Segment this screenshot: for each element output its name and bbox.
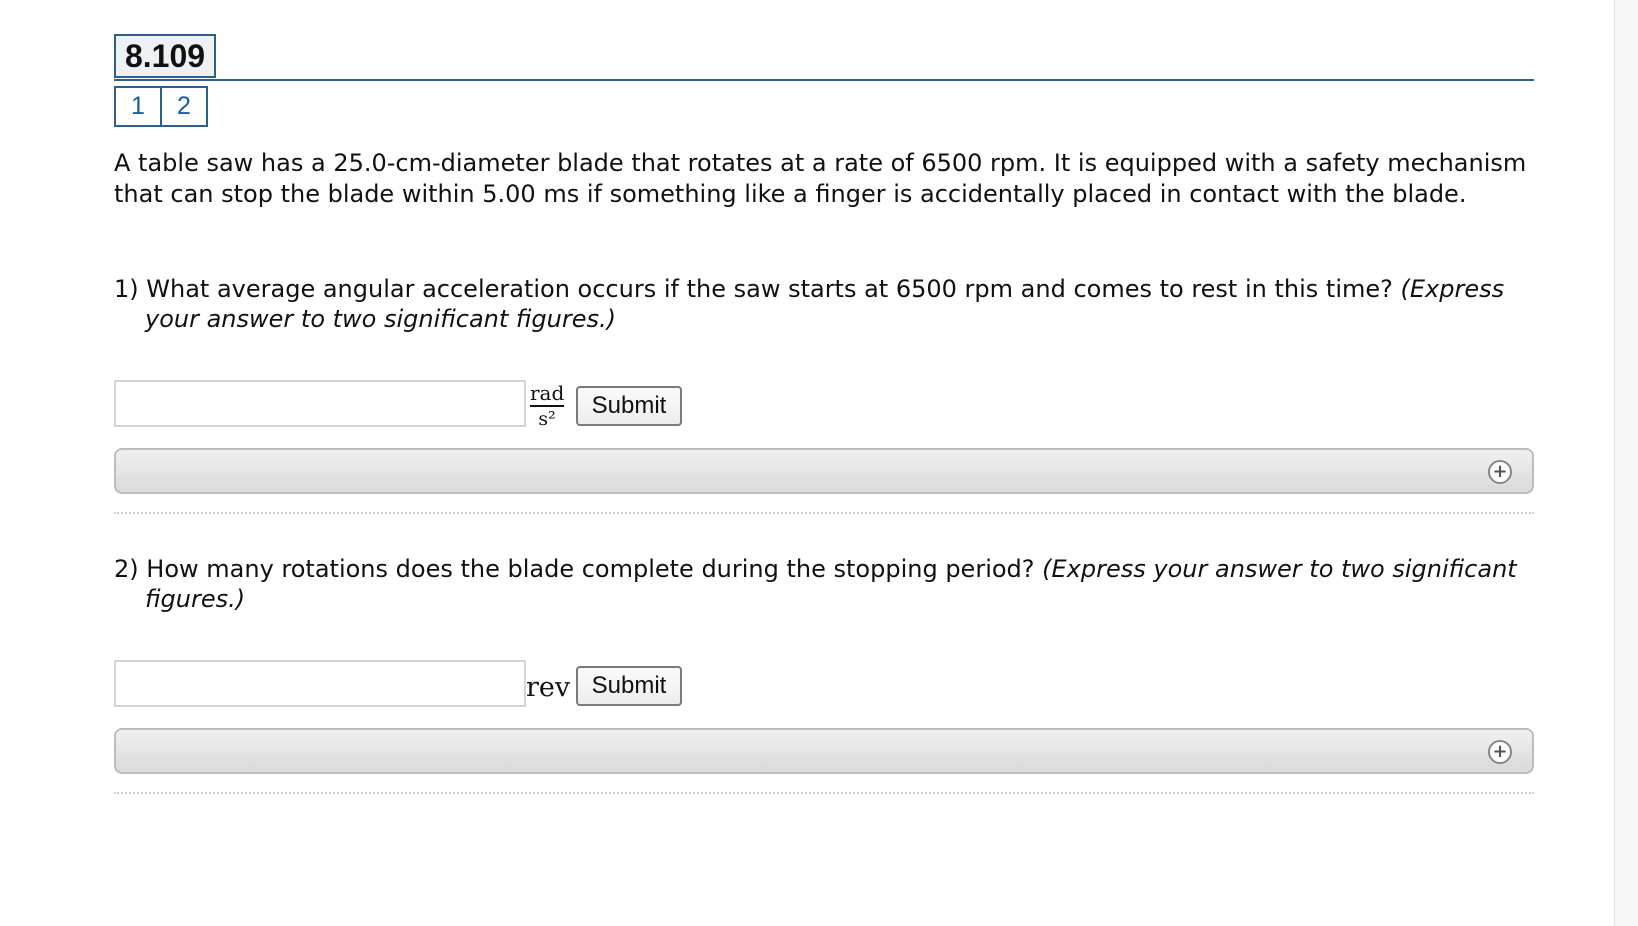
submit-button-2[interactable]: Submit bbox=[576, 666, 682, 706]
scrollbar-track[interactable] bbox=[1614, 0, 1638, 926]
part-tabs: 1 2 bbox=[114, 86, 208, 127]
section-divider bbox=[114, 792, 1534, 794]
feedback-bar-2[interactable]: + bbox=[114, 728, 1534, 774]
unit-numerator: rad bbox=[530, 381, 565, 407]
question-number: 1) bbox=[114, 275, 139, 303]
plus-circle-icon[interactable]: + bbox=[1488, 740, 1512, 764]
page: 8.109 1 2 A table saw has a 25.0-cm-diam… bbox=[0, 0, 1638, 926]
unit-denominator: s² bbox=[538, 408, 556, 430]
plus-circle-icon[interactable]: + bbox=[1488, 460, 1512, 484]
tab-part-1[interactable]: 1 bbox=[114, 86, 162, 127]
answer-input-2[interactable] bbox=[114, 660, 526, 707]
question-1: 1) What average angular acceleration occ… bbox=[114, 274, 1534, 334]
unit-fraction: rad s² bbox=[530, 382, 564, 430]
section-divider bbox=[114, 512, 1534, 514]
question-2: 2) How many rotations does the blade com… bbox=[114, 554, 1534, 614]
unit-label: rev bbox=[526, 672, 571, 703]
title-divider bbox=[114, 79, 1534, 81]
answer-input-1[interactable] bbox=[114, 380, 526, 427]
problem-title: 8.109 bbox=[114, 34, 216, 78]
problem-statement: A table saw has a 25.0-cm-diameter blade… bbox=[114, 149, 1527, 208]
question-text: What average angular acceleration occurs… bbox=[146, 275, 1393, 303]
question-text: How many rotations does the blade comple… bbox=[146, 555, 1035, 583]
question-number: 2) bbox=[114, 555, 139, 583]
tab-part-2[interactable]: 2 bbox=[160, 86, 208, 127]
feedback-bar-1[interactable]: + bbox=[114, 448, 1534, 494]
submit-button-1[interactable]: Submit bbox=[576, 386, 682, 426]
